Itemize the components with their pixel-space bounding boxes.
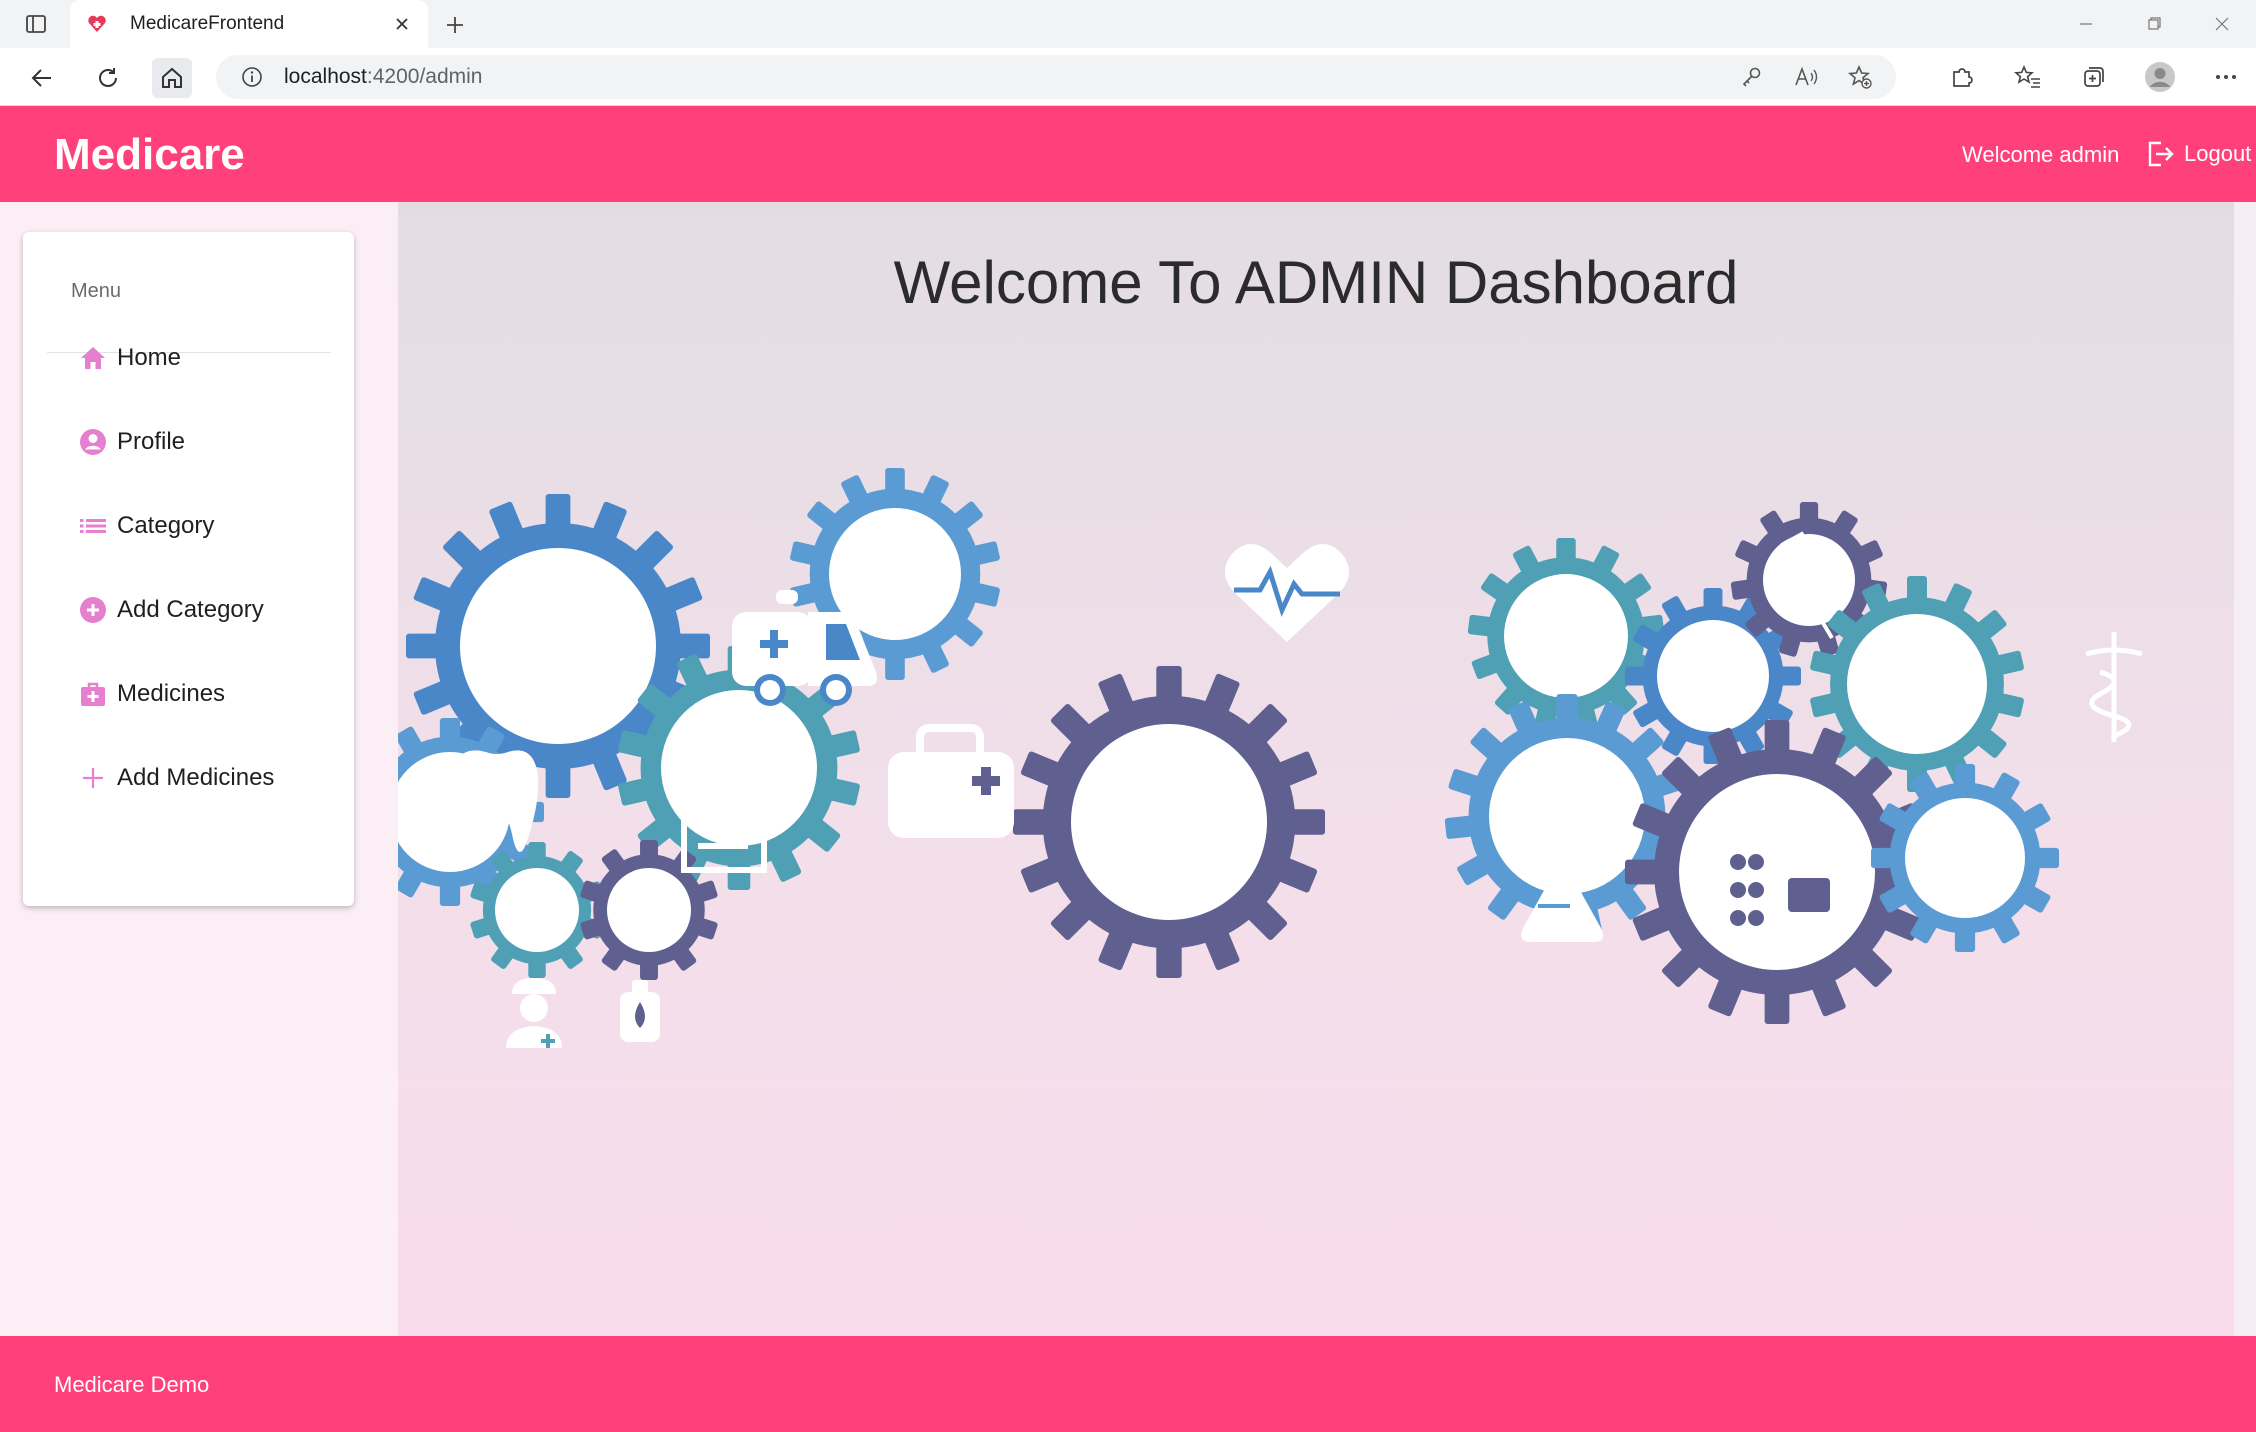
account-circle-icon (77, 426, 109, 458)
url-path: :4200/admin (366, 65, 483, 88)
address-bar-actions (1736, 61, 1876, 93)
favorites-icon[interactable] (2012, 61, 2044, 93)
main-content: Welcome To ADMIN Dashboard (398, 202, 2234, 1336)
plus-icon (77, 762, 109, 794)
address-bar[interactable]: localhost:4200/admin (216, 55, 1896, 99)
more-menu-icon[interactable] (2210, 61, 2242, 93)
new-tab-icon[interactable] (440, 10, 470, 40)
sidebar-item-label: Add Medicines (117, 764, 275, 791)
blood-bag-icon (620, 980, 660, 1042)
caduceus-icon (2085, 632, 2143, 742)
medical-bag-icon (77, 678, 109, 710)
site-info-icon[interactable] (240, 65, 264, 89)
sidebar-item-category[interactable]: Category (77, 506, 214, 546)
brand-logo-text[interactable]: Medicare (54, 130, 245, 180)
refresh-icon[interactable] (88, 58, 128, 98)
home-icon (77, 342, 109, 374)
sidebar-menu-card: Menu Home Profile Category Add Category (23, 232, 354, 906)
logout-icon (2144, 138, 2176, 170)
back-icon[interactable] (22, 58, 62, 98)
sidebar-item-label: Home (117, 344, 182, 371)
browser-tool-icons (1946, 61, 2242, 93)
password-key-icon[interactable] (1736, 61, 1768, 93)
add-favorite-icon[interactable] (1844, 61, 1876, 93)
logout-label: Logout (2184, 141, 2252, 166)
profile-avatar-icon[interactable] (2144, 61, 2176, 93)
url-text: localhost:4200/admin (284, 65, 482, 89)
browser-tab-bar: MedicareFrontend (0, 0, 2256, 48)
window-controls (2052, 0, 2256, 48)
scrollbar-gutter (2234, 202, 2256, 1336)
sidebar-item-label: Profile (117, 428, 186, 455)
sidebar-item-profile[interactable]: Profile (77, 422, 185, 462)
browser-tab-active[interactable]: MedicareFrontend (70, 0, 428, 48)
sidebar-item-label: Category (117, 512, 215, 539)
welcome-text: Welcome admin (1962, 142, 2120, 167)
read-aloud-icon[interactable] (1790, 61, 1822, 93)
menu-title: Menu (71, 280, 122, 302)
restore-icon[interactable] (2120, 0, 2188, 48)
sidebar-item-home[interactable]: Home (77, 338, 181, 378)
tab-actions-icon[interactable] (22, 10, 50, 38)
logout-button[interactable]: Logout (2144, 138, 2251, 170)
nurse-icon (506, 978, 562, 1048)
footer-text: Medicare Demo (54, 1372, 210, 1397)
collections-icon[interactable] (2078, 61, 2110, 93)
list-icon (77, 510, 109, 542)
tab-close-icon[interactable] (390, 12, 414, 36)
extensions-icon[interactable] (1946, 61, 1978, 93)
sidebar-item-medicines[interactable]: Medicines (77, 674, 225, 714)
browser-toolbar: localhost:4200/admin (0, 48, 2256, 106)
sidebar-item-label: Add Category (117, 596, 264, 623)
sidebar-item-add-category[interactable]: Add Category (77, 590, 264, 630)
medical-kit-icon (888, 724, 1014, 838)
medical-gears-illustration (398, 468, 2143, 1048)
window-close-icon[interactable] (2188, 0, 2256, 48)
home-button-icon[interactable] (152, 58, 192, 98)
minimize-icon[interactable] (2052, 0, 2120, 48)
sidebar-item-label: Medicines (117, 680, 226, 707)
add-circle-icon (77, 594, 109, 626)
app-header: Medicare Welcome admin Logout (0, 106, 2256, 202)
heart-pulse-icon (1224, 544, 1350, 642)
url-host: localhost (284, 65, 367, 88)
sidebar-area: Menu Home Profile Category Add Category (0, 202, 398, 1336)
gear-medical-kit-icon (1013, 666, 1325, 978)
tab-title: MedicareFrontend (130, 13, 285, 34)
sidebar-item-add-medicines[interactable]: Add Medicines (77, 758, 274, 798)
page-title: Welcome To ADMIN Dashboard (893, 249, 1739, 316)
app-footer: Medicare Demo (0, 1336, 2256, 1432)
app-favicon-icon (84, 11, 110, 37)
